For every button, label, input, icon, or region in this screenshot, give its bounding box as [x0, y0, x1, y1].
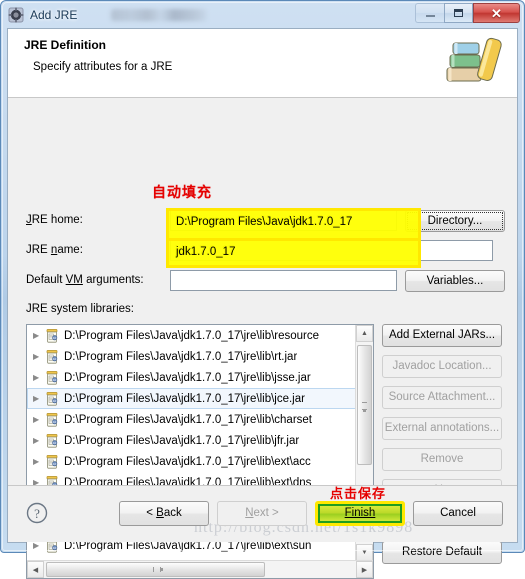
- vertical-scroll-thumb[interactable]: [357, 345, 372, 465]
- vm-arguments-label: Default VM arguments:: [26, 274, 144, 286]
- close-icon: ✕: [491, 5, 502, 21]
- annotation-click-save: 点击保存: [330, 486, 387, 501]
- jar-icon: 10: [44, 454, 60, 470]
- scroll-right-icon[interactable]: ▶: [356, 561, 373, 578]
- action-add-external-jars-button[interactable]: Add External JARs...: [382, 324, 502, 347]
- svg-text:10: 10: [53, 462, 57, 466]
- expand-arrow-icon[interactable]: ▶: [33, 373, 44, 382]
- jre-home-highlight-value: D:\Program Files\Java\jdk1.7.0_17: [176, 216, 353, 228]
- svg-text:10: 10: [53, 357, 57, 361]
- jar-icon: 10: [44, 433, 60, 449]
- action-javadoc-location-button: Javadoc Location...: [382, 355, 502, 378]
- scroll-up-icon[interactable]: ▲: [356, 325, 373, 342]
- dialog-client-area: JRE Definition Specify attributes for a …: [7, 28, 518, 579]
- add-jre-dialog-window: Add JRE ✕ JRE Definition Specify attribu…: [0, 0, 525, 579]
- minimize-button[interactable]: [415, 3, 444, 23]
- library-tree-row[interactable]: ▶ 10 D:\Program Files\Java\jdk1.7.0_17\jre…: [27, 346, 356, 367]
- library-tree-row[interactable]: ▶ 10 D:\Program Files\Java\jdk1.7.0_17\jre…: [27, 388, 356, 409]
- help-icon[interactable]: ?: [26, 502, 48, 524]
- jar-icon: 10: [44, 370, 60, 386]
- annotation-autofill: 自动填充: [152, 184, 212, 200]
- blurred-title-region: [111, 8, 208, 21]
- footer-button-group: < Back Next > Finish Cancel: [119, 501, 503, 526]
- svg-text:10: 10: [53, 420, 57, 424]
- svg-text:?: ?: [34, 506, 40, 521]
- svg-text:10: 10: [53, 546, 57, 550]
- vm-arguments-row: Default VM arguments: Variables...: [20, 270, 505, 292]
- library-path-label: D:\Program Files\Java\jdk1.7.0_17\jre\li…: [64, 392, 305, 405]
- tree-horizontal-scrollbar[interactable]: ◀ ▶: [27, 560, 373, 578]
- horizontal-scroll-thumb[interactable]: [46, 562, 265, 577]
- scroll-left-icon[interactable]: ◀: [27, 561, 44, 578]
- dialog-footer: ? 点击保存 http://blog.csdn.net/1s1k9898 < B…: [8, 485, 517, 542]
- window-controls: ✕: [415, 3, 520, 23]
- close-button[interactable]: ✕: [473, 3, 520, 23]
- library-path-label: D:\Program Files\Java\jdk1.7.0_17\jre\li…: [64, 350, 298, 363]
- expand-arrow-icon[interactable]: ▶: [33, 415, 44, 424]
- jre-name-highlight-value: jdk1.7.0_17: [176, 246, 236, 258]
- expand-arrow-icon[interactable]: ▶: [33, 331, 44, 340]
- jar-icon: 10: [44, 412, 60, 428]
- svg-text:10: 10: [53, 441, 57, 445]
- svg-text:10: 10: [53, 399, 57, 403]
- dialog-content: 自动填充 JRE home: Directory... JRE name: De…: [8, 98, 517, 579]
- expand-arrow-icon[interactable]: ▶: [33, 541, 44, 550]
- autofill-highlight-overlay: D:\Program Files\Java\jdk1.7.0_17 jdk1.7…: [166, 208, 421, 268]
- wizard-header: JRE Definition Specify attributes for a …: [8, 29, 517, 98]
- books-icon: [441, 37, 503, 89]
- jre-home-label: JRE home:: [26, 214, 83, 226]
- minimize-icon: [425, 15, 435, 17]
- window-title: Add JRE: [30, 7, 78, 22]
- cancel-button[interactable]: Cancel: [413, 501, 503, 526]
- library-tree-row[interactable]: ▶ 10 D:\Program Files\Java\jdk1.7.0_17\jre…: [27, 409, 356, 430]
- jre-name-label: JRE name:: [26, 244, 83, 256]
- back-button[interactable]: < Back: [119, 501, 209, 526]
- finish-button[interactable]: Finish: [315, 501, 405, 526]
- highlight-separator: [169, 238, 418, 241]
- action-external-annotations-button: External annotations...: [382, 417, 502, 440]
- maximize-icon: [454, 9, 463, 17]
- expand-arrow-icon[interactable]: ▶: [33, 436, 44, 445]
- maximize-button[interactable]: [444, 3, 473, 23]
- title-bar: Add JRE ✕: [1, 1, 524, 28]
- library-tree-row[interactable]: ▶ 10 D:\Program Files\Java\jdk1.7.0_17\jre…: [27, 451, 356, 472]
- library-path-label: D:\Program Files\Java\jdk1.7.0_17\jre\li…: [64, 329, 320, 342]
- expand-arrow-icon[interactable]: ▶: [33, 457, 44, 466]
- expand-arrow-icon[interactable]: ▶: [33, 394, 44, 403]
- library-path-label: D:\Program Files\Java\jdk1.7.0_17\jre\li…: [64, 371, 311, 384]
- finish-label: Finish: [344, 507, 376, 519]
- jar-icon: 10: [44, 391, 60, 407]
- vm-arguments-input[interactable]: [170, 270, 397, 291]
- next-button: Next >: [217, 501, 307, 526]
- svg-text:10: 10: [53, 336, 57, 340]
- jre-system-libraries-label: JRE system libraries:: [26, 303, 134, 315]
- svg-text:10: 10: [53, 378, 57, 382]
- library-path-label: D:\Program Files\Java\jdk1.7.0_17\jre\li…: [64, 413, 312, 426]
- variables-button[interactable]: Variables...: [405, 270, 505, 292]
- library-path-label: D:\Program Files\Java\jdk1.7.0_17\jre\li…: [64, 434, 300, 447]
- jar-icon: 10: [44, 349, 60, 365]
- jar-icon: 10: [44, 328, 60, 344]
- library-tree-row[interactable]: ▶ 10 D:\Program Files\Java\jdk1.7.0_17\jre…: [27, 430, 356, 451]
- expand-arrow-icon[interactable]: ▶: [33, 352, 44, 361]
- library-path-label: D:\Program Files\Java\jdk1.7.0_17\jre\li…: [64, 455, 311, 468]
- jre-gear-icon: [8, 7, 24, 23]
- action-source-attachment-button: Source Attachment...: [382, 386, 502, 409]
- library-tree-row[interactable]: ▶ 10 D:\Program Files\Java\jdk1.7.0_17\jre…: [27, 325, 356, 346]
- action-remove-button: Remove: [382, 448, 502, 471]
- library-tree-row[interactable]: ▶ 10 D:\Program Files\Java\jdk1.7.0_17\jre…: [27, 367, 356, 388]
